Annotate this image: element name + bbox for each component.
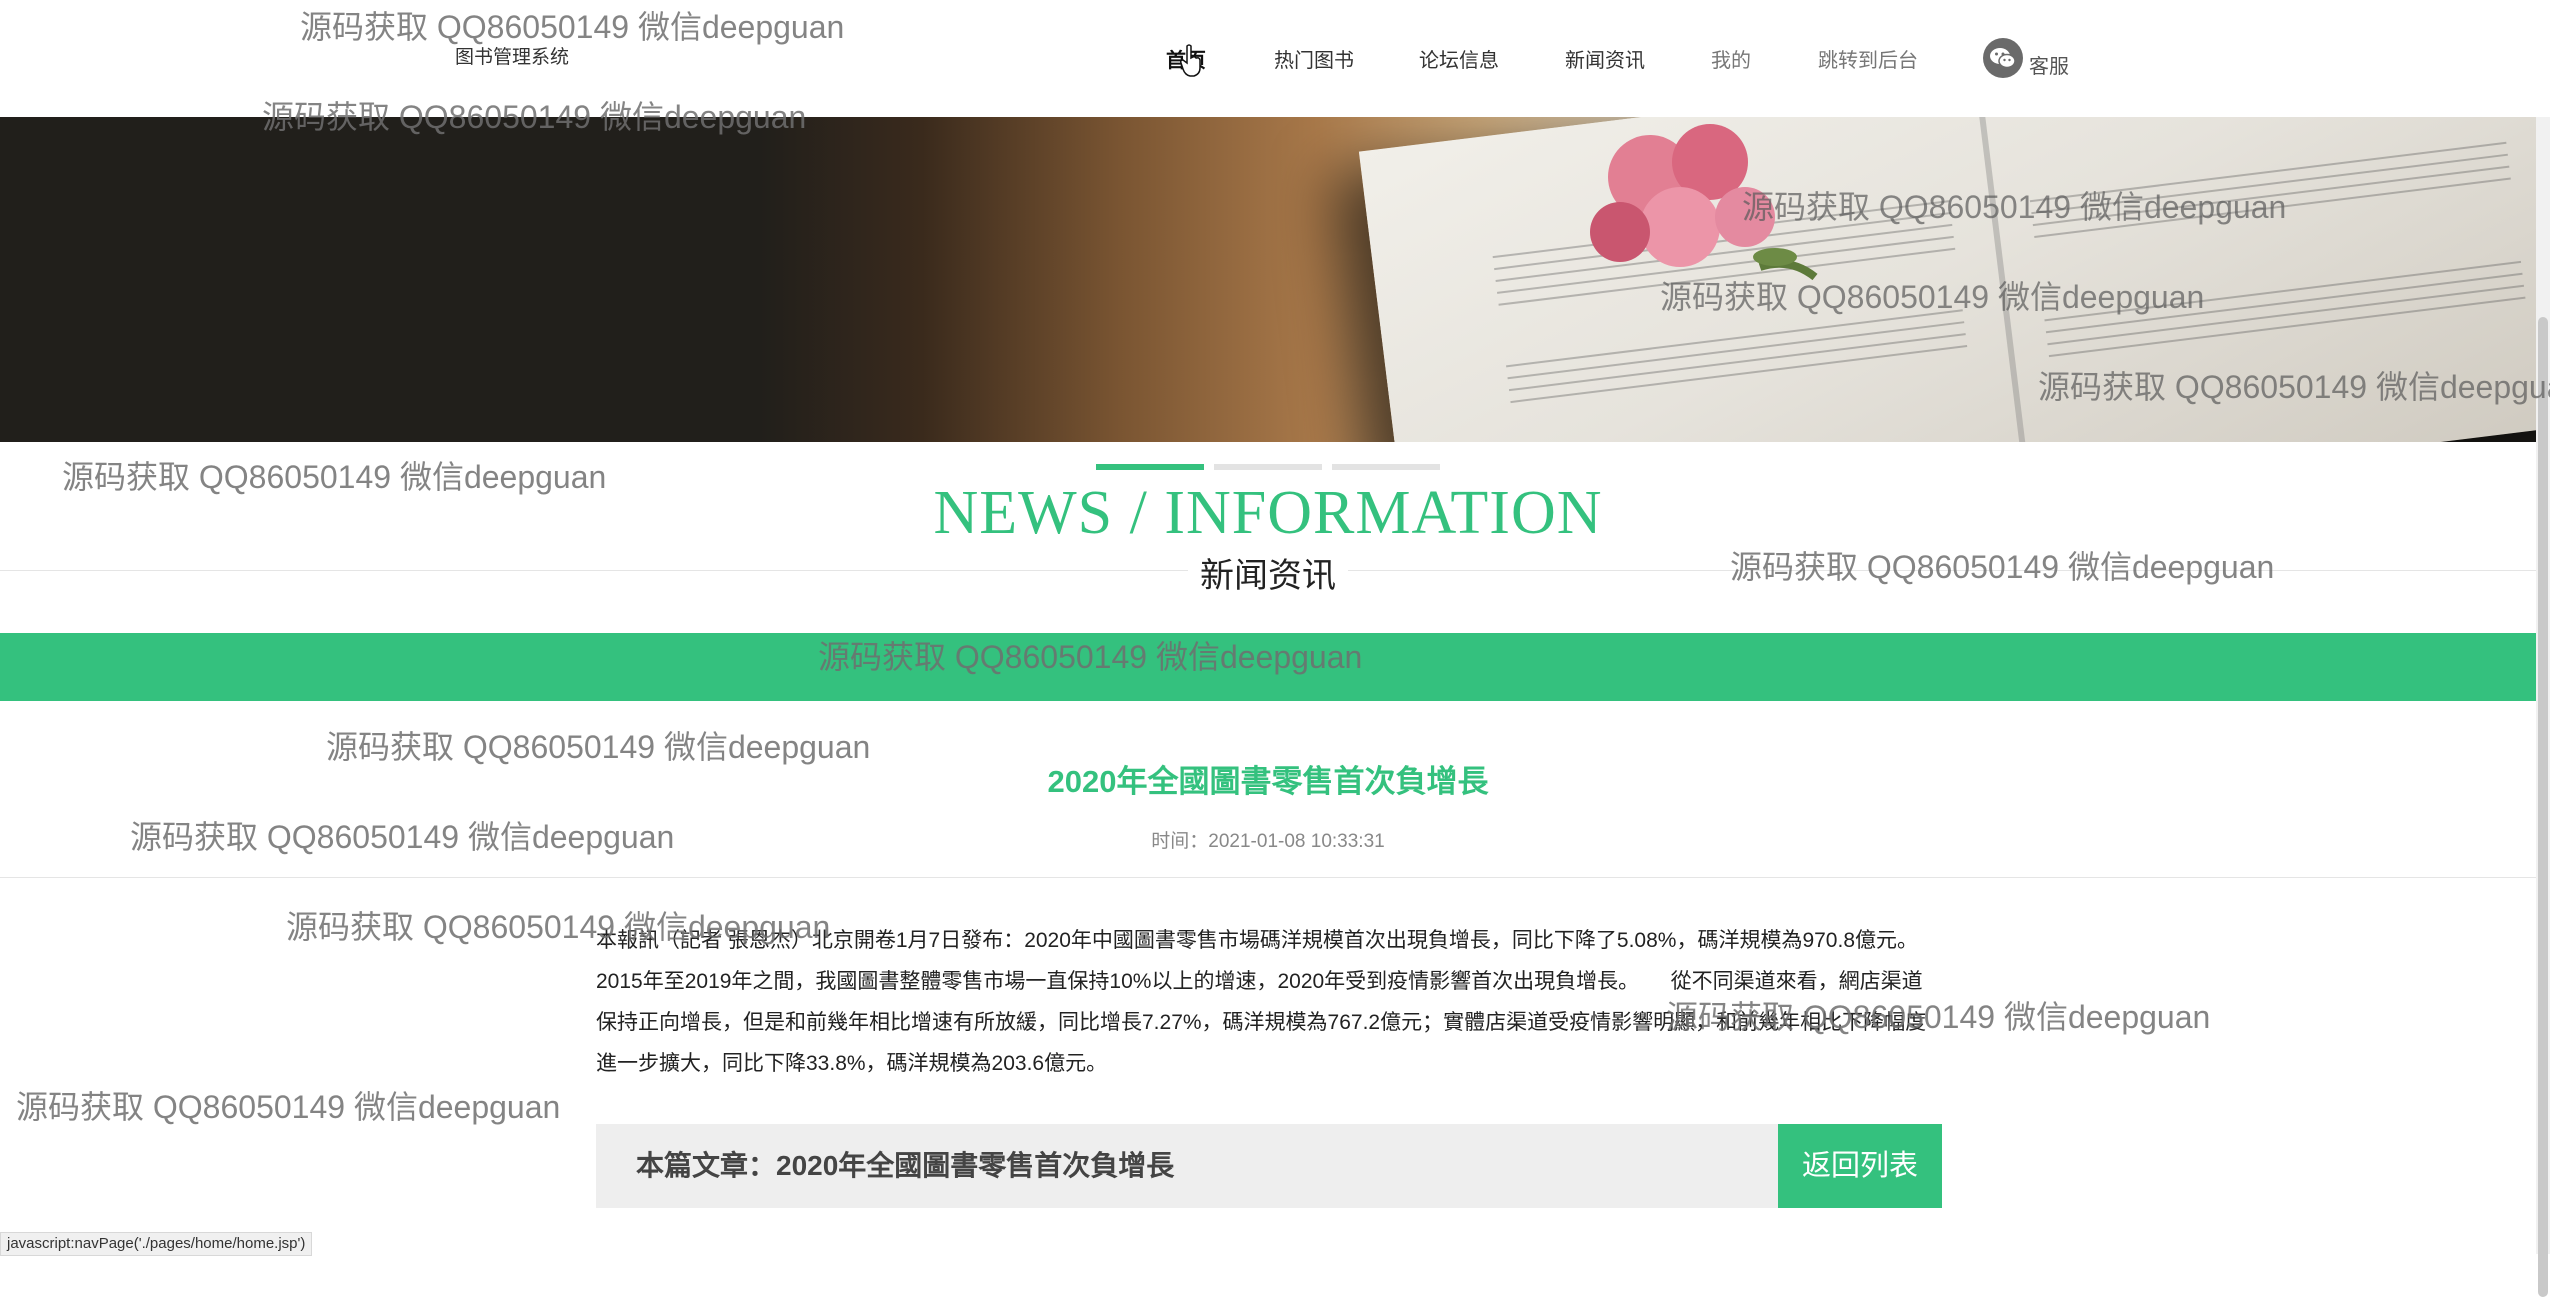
section-title-cn: 新闻资讯 [1188,548,1348,597]
current-article-label: 本篇文章：2020年全國圖書零售首次負增長 [636,1150,1175,1181]
hero-banner[interactable] [0,117,2536,442]
banner-sheet-music-image [1358,117,2536,442]
back-to-list-button[interactable]: 返回列表 [1778,1124,1942,1208]
scrollbar-thumb[interactable] [2538,317,2548,1297]
section-green-bar [0,633,2536,701]
article-time: 时间：2021-01-08 10:33:31 [1151,831,1385,852]
nav-item-mine[interactable]: 我的 [1711,44,1751,73]
section-title-en: NEWS / INFORMATION [933,479,1603,547]
article-divider [0,877,2536,878]
article-body: 本報訊（記者 張恩杰）北京開卷1月7日發布：2020年中國圖書零售市場碼洋規模首… [596,929,1927,1075]
nav-item-news[interactable]: 新闻资讯 [1565,44,1645,73]
customer-service-link[interactable]: 客服 [1983,36,2069,79]
page-scrollbar[interactable] [2536,117,2550,1297]
wechat-icon [1983,37,2023,78]
nav-item-hot-books[interactable]: 热门图书 [1274,44,1354,73]
banner-pagination [1096,464,1440,470]
banner-dot-2[interactable] [1214,464,1322,470]
main-nav: 首页 热门图书 论坛信息 新闻资讯 我的 跳转到后台 [0,38,2536,78]
nav-item-admin[interactable]: 跳转到后台 [1818,44,1918,73]
article-footer: 本篇文章：2020年全國圖書零售首次負增長 返回列表 [596,1124,1942,1208]
customer-service-label: 客服 [2029,56,2069,78]
browser-status-bar: javascript:navPage('./pages/home/home.js… [0,1232,313,1256]
hand-cursor-icon [1180,44,1201,77]
article-title: 2020年全國圖書零售首次負增長 [1047,764,1489,799]
nav-item-forum[interactable]: 论坛信息 [1419,44,1499,73]
banner-dot-3[interactable] [1332,464,1440,470]
banner-dot-1[interactable] [1096,464,1204,470]
flowers-image [1590,124,1818,281]
watermark-text: 源码获取 QQ86050149 微信deepguan [16,1089,561,1125]
top-header: 图书管理系统 首页 热门图书 论坛信息 新闻资讯 我的 跳转到后台 客服 [0,0,2536,117]
